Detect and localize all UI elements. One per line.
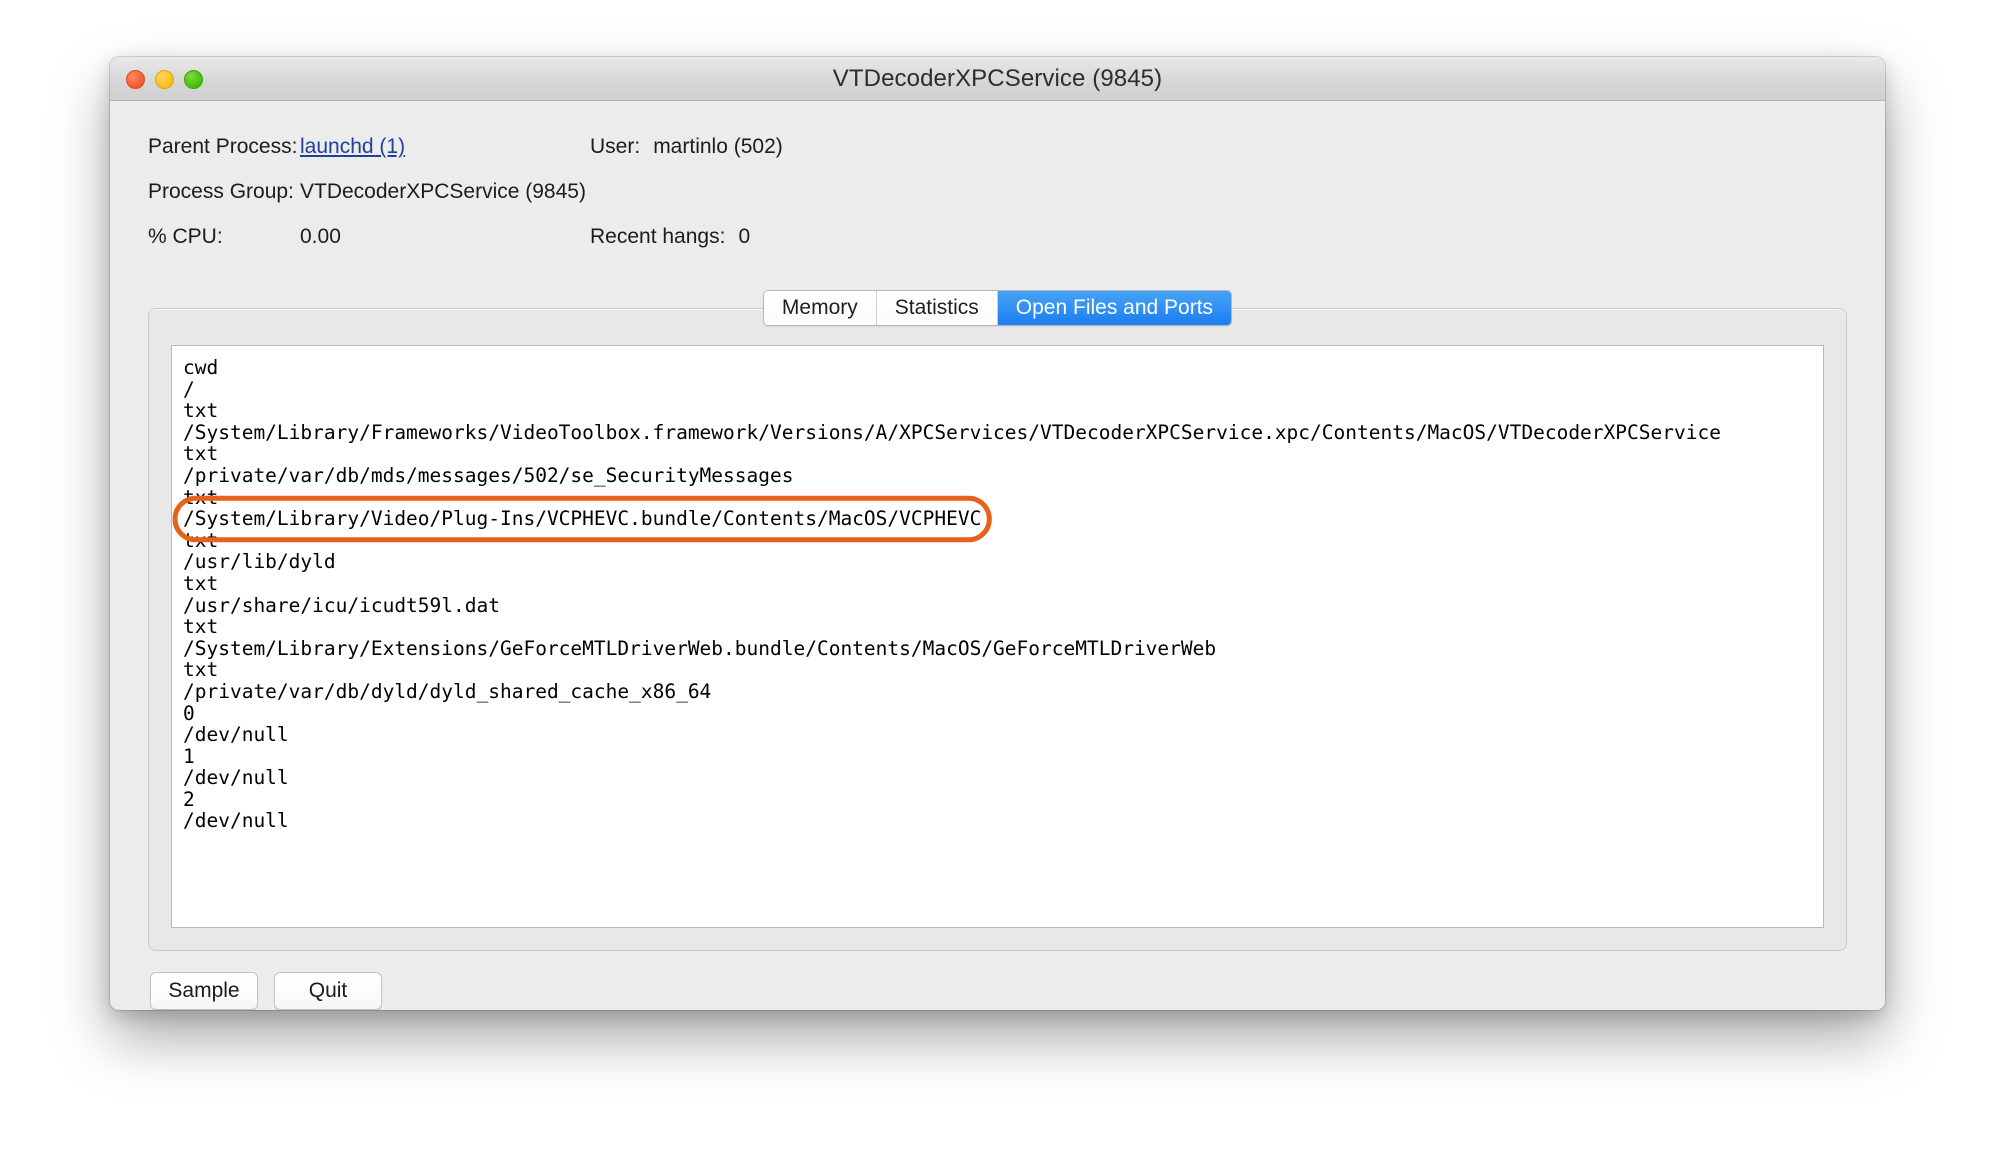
parent-process-label: Parent Process: [148,135,298,158]
close-button-icon[interactable] [126,69,145,89]
user-value: martinlo (502) [653,135,783,158]
process-info-window: VTDecoderXPCService (9845) Parent Proces… [110,57,1885,1010]
open-files-list[interactable]: cwd / txt /System/Library/Frameworks/Vid… [172,346,1823,832]
maximize-button-icon[interactable] [184,69,203,89]
tab-statistics[interactable]: Statistics [876,291,998,325]
tab-memory-label: Memory [781,296,858,319]
recent-hangs-value: 0 [738,225,751,248]
window-button-bar: Sample Quit [148,955,1847,1010]
window-body: Parent Process: launchd (1) User: martin… [110,101,1885,1010]
sample-button[interactable]: Sample [150,972,258,1010]
window-controls [126,57,203,101]
window-title: VTDecoderXPCService (9845) [832,64,1163,92]
segmented-tab-control: Memory Statistics Open Files and Ports [762,290,1233,326]
recent-hangs-label: Recent hangs: [590,225,726,248]
parent-process-link[interactable]: launchd (1) [300,135,405,158]
window-titlebar: VTDecoderXPCService (9845) [110,57,1885,101]
tab-panel-open-files: cwd / txt /System/Library/Frameworks/Vid… [148,308,1847,951]
process-group-label: Process Group: [148,180,294,203]
info-row-cpu: % CPU: 0.00 Recent hangs: 0 [148,225,1847,270]
open-files-textarea[interactable]: cwd / txt /System/Library/Frameworks/Vid… [171,345,1824,928]
desktop-background: VTDecoderXPCService (9845) Parent Proces… [0,0,1992,1176]
parent-process-value-cell: launchd (1) [300,135,590,159]
tab-strip: Memory Statistics Open Files and Ports [148,290,1847,326]
tab-statistics-label: Statistics [894,296,979,319]
tab-view: Memory Statistics Open Files and Ports c… [148,290,1847,951]
user-label: User: [590,135,641,158]
tab-memory[interactable]: Memory [763,291,877,325]
process-group-value: VTDecoderXPCService (9845) [300,180,586,203]
process-info-block: Parent Process: launchd (1) User: martin… [148,125,1847,276]
tab-open-files-and-ports-label: Open Files and Ports [1015,296,1214,319]
quit-button[interactable]: Quit [274,972,382,1010]
info-row-process-group: Process Group: VTDecoderXPCService (9845… [148,180,1847,225]
tab-open-files-and-ports[interactable]: Open Files and Ports [997,291,1232,325]
cpu-label: % CPU: [148,225,223,248]
info-row-parent-process: Parent Process: launchd (1) User: martin… [148,135,1847,180]
cpu-value: 0.00 [300,225,341,248]
minimize-button-icon[interactable] [155,69,174,89]
